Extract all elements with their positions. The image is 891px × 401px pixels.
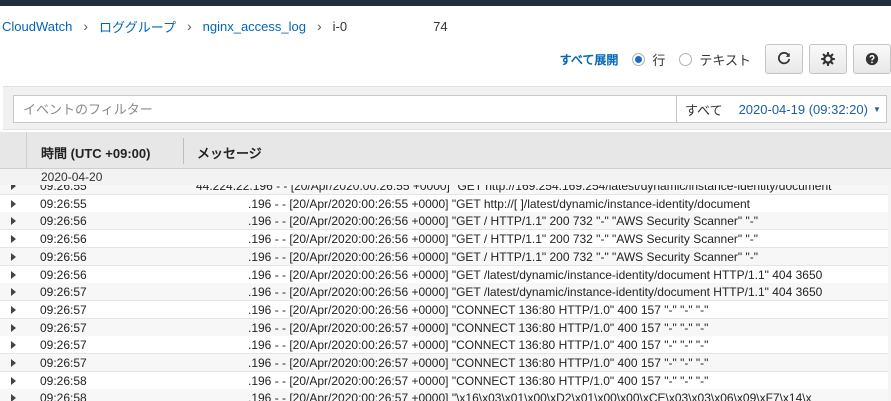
log-event-time: 09:26:55 [40, 196, 87, 211]
log-event-message: .196 - - [20/Apr/2020:00:26:56 +0000] "G… [248, 285, 823, 300]
help-button[interactable] [853, 44, 891, 74]
log-event-message: .196 - - [20/Apr/2020:00:26:56 +0000] "G… [248, 249, 758, 264]
log-event-list: 09:26:55 44.224.22.196 - - [20/Apr/2020:0… [0, 185, 891, 401]
log-event-message: .196 - - [20/Apr/2020:00:26:57 +0000] "C… [248, 320, 709, 335]
breadcrumb-link-log-groups[interactable]: ロググループ [99, 17, 176, 36]
expand-arrow-icon[interactable] [11, 217, 16, 226]
log-event-time: 09:26:57 [40, 338, 87, 353]
caret-down-icon: ▼ [872, 104, 881, 114]
help-icon [865, 52, 879, 66]
log-event-row[interactable]: 09:26:56 .196 - - [20/Apr/2020:00:26:56 +… [0, 265, 891, 284]
expand-arrow-icon[interactable] [11, 185, 16, 190]
expand-arrow-icon[interactable] [11, 199, 16, 208]
expand-arrow-icon[interactable] [11, 394, 16, 401]
breadcrumb-link-log-group[interactable]: nginx_access_log [203, 19, 306, 34]
refresh-button[interactable] [765, 44, 803, 74]
log-event-row[interactable]: 09:26:57 .196 - - [20/Apr/2020:00:26:57 +… [0, 354, 891, 372]
view-radio-row-label[interactable]: 行 [652, 50, 665, 69]
date-group-label: 2020-04-20 [41, 170, 103, 184]
breadcrumb-current-stream-suffix: 74 [433, 18, 448, 34]
log-event-message: 44.224.22.196 - - [20/Apr/2020:00:26:55 … [196, 185, 832, 193]
log-event-row[interactable]: 09:26:57 .196 - - [20/Apr/2020:00:26:57 +… [0, 318, 891, 337]
log-event-row[interactable]: 09:26:58 .196 - - [20/Apr/2020:00:26:57 +… [0, 389, 891, 401]
expand-arrow-icon[interactable] [11, 359, 16, 367]
expand-arrow-icon[interactable] [11, 235, 16, 244]
log-event-row[interactable]: 09:26:57 .196 - - [20/Apr/2020:00:26:57 +… [0, 336, 891, 355]
log-event-message: .196 - - [20/Apr/2020:00:26:56 +0000] "G… [248, 267, 823, 282]
gear-icon [821, 52, 835, 66]
log-event-message: .196 - - [20/Apr/2020:00:26:57 +0000] "C… [248, 373, 709, 388]
expand-arrow-icon[interactable] [11, 252, 16, 261]
chevron-right-icon: › [83, 18, 88, 34]
log-table-header: 時間 (UTC +09:00) メッセージ [0, 132, 891, 169]
log-event-time: 09:26:57 [40, 285, 87, 300]
log-event-row[interactable]: 09:26:56 .196 - - [20/Apr/2020:00:26:56 +… [0, 230, 891, 249]
expand-arrow-icon[interactable] [11, 323, 16, 332]
event-filter-input[interactable] [13, 95, 677, 123]
expand-arrow-icon[interactable] [11, 376, 16, 385]
log-event-message: .196 - - [20/Apr/2020:00:26:57 +0000] "C… [248, 338, 709, 353]
view-radio-text[interactable] [679, 52, 693, 66]
log-event-time: 09:26:56 [40, 267, 87, 282]
log-event-message: .196 - - [20/Apr/2020:00:26:55 +0000] "G… [248, 196, 750, 211]
refresh-icon [777, 52, 791, 65]
log-event-row[interactable]: 09:26:57 .196 - - [20/Apr/2020:00:26:56 +… [0, 283, 891, 302]
log-event-time: 09:26:55 [40, 185, 87, 193]
breadcrumb: CloudWatch › ロググループ › nginx_access_log ›… [2, 17, 448, 35]
expand-all-link[interactable]: すべて展開 [560, 51, 619, 68]
log-event-row[interactable]: 09:26:55 .196 - - [20/Apr/2020:00:26:55 +… [0, 194, 891, 213]
log-event-time: 09:26:56 [40, 232, 87, 247]
time-range-all-option[interactable]: すべて [685, 100, 723, 119]
expand-arrow-icon[interactable] [11, 288, 16, 297]
expand-arrow-icon[interactable] [11, 305, 16, 314]
breadcrumb-current-stream: i-0 [332, 18, 348, 34]
log-event-time: 09:26:58 [40, 391, 87, 401]
chevron-right-icon: › [186, 18, 192, 34]
log-event-row[interactable]: 09:26:57 .196 - - [20/Apr/2020:00:26:56 +… [0, 300, 891, 319]
time-range-selector: すべて 2020-04-19 (09:32:20) ▼ [677, 95, 887, 123]
log-event-time: 09:26:56 [40, 214, 87, 229]
log-event-message: .196 - - [20/Apr/2020:00:26:56 +0000] "G… [248, 232, 758, 247]
view-radio-text-label[interactable]: テキスト [699, 50, 751, 69]
log-event-row[interactable]: 09:26:55 44.224.22.196 - - [20/Apr/2020:0… [0, 185, 891, 195]
date-group-row: 2020-04-20 [0, 169, 891, 185]
expand-column-header [0, 132, 27, 169]
log-event-row[interactable]: 09:26:56 .196 - - [20/Apr/2020:00:26:56 +… [0, 212, 891, 231]
log-event-time: 09:26:57 [40, 302, 87, 317]
view-radio-row[interactable] [632, 52, 646, 66]
log-event-message: .196 - - [20/Apr/2020:00:26:57 +0000] "\… [248, 391, 812, 401]
log-event-time: 09:26:58 [40, 373, 87, 388]
expand-arrow-icon[interactable] [11, 341, 16, 350]
column-header-message[interactable]: メッセージ [197, 143, 262, 162]
time-range-date-label: 2020-04-19 (09:32:20) [738, 101, 868, 117]
view-controls: すべて展開 行 テキスト [560, 44, 891, 74]
column-header-time[interactable]: 時間 (UTC +09:00) [41, 143, 150, 162]
expand-arrow-icon[interactable] [11, 270, 16, 279]
filter-bar: すべて 2020-04-19 (09:32:20) ▼ [3, 86, 891, 130]
column-divider [183, 138, 184, 164]
top-bar [0, 0, 891, 6]
time-range-date-dropdown[interactable]: 2020-04-19 (09:32:20) ▼ [739, 102, 881, 117]
log-event-time: 09:26:57 [40, 356, 87, 370]
log-event-time: 09:26:56 [40, 249, 87, 264]
chevron-right-icon: › [317, 18, 322, 34]
log-event-row[interactable]: 09:26:58 .196 - - [20/Apr/2020:00:26:57 +… [0, 371, 891, 390]
log-event-message: .196 - - [20/Apr/2020:00:26:56 +0000] "G… [248, 214, 758, 229]
log-event-message: .196 - - [20/Apr/2020:00:26:57 +0000] "C… [248, 356, 709, 370]
settings-button[interactable] [809, 44, 847, 74]
breadcrumb-link-cloudwatch[interactable]: CloudWatch [2, 19, 72, 34]
log-event-row[interactable]: 09:26:56 .196 - - [20/Apr/2020:00:26:56 +… [0, 247, 891, 266]
log-event-time: 09:26:57 [40, 320, 87, 335]
log-event-message: .196 - - [20/Apr/2020:00:26:56 +0000] "C… [248, 302, 709, 317]
